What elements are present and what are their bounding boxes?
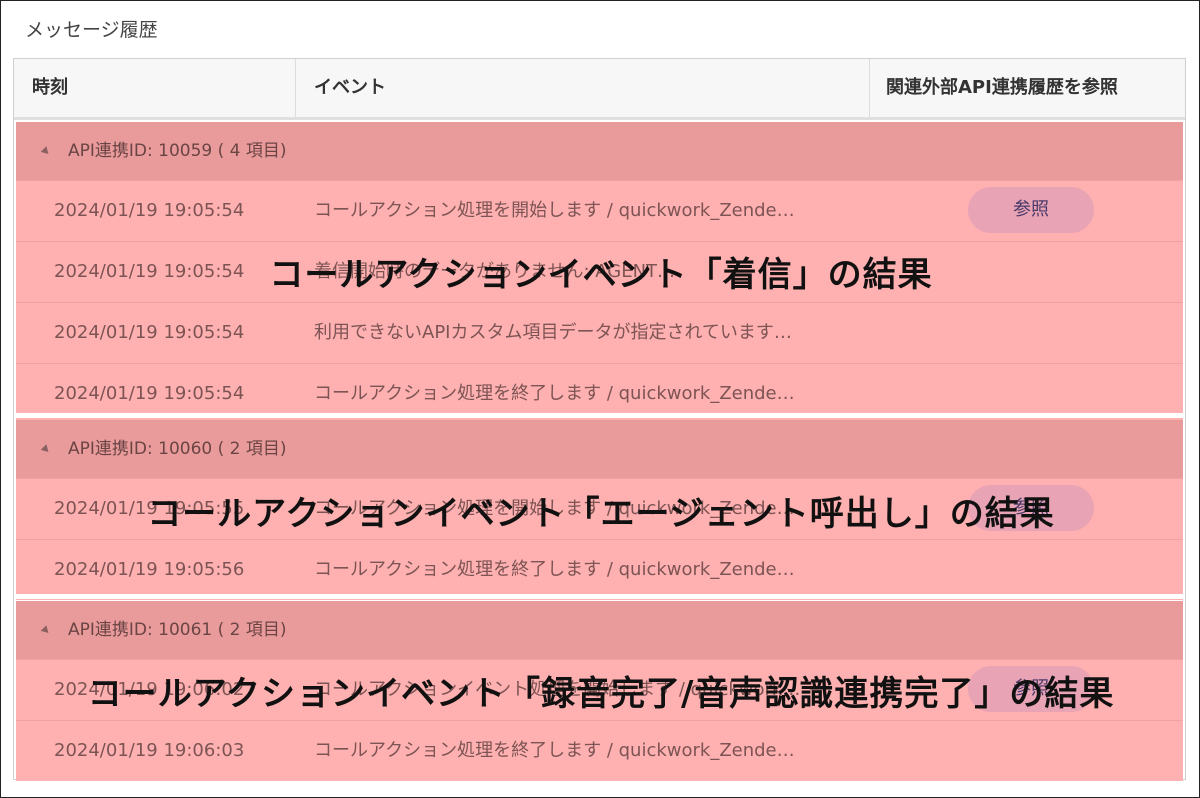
annotation-agent-call: コールアクションイベント「エージェント呼出し」の結果	[147, 494, 1055, 534]
group-divider	[16, 413, 1183, 418]
reference-button[interactable]: 参照	[968, 187, 1094, 233]
column-header-event[interactable]: イベント	[296, 59, 870, 117]
row-time: 2024/01/19 19:05:56	[54, 559, 245, 580]
table-row[interactable]: 2024/01/19 19:05:54 利用できないAPIカスタム項目データが指…	[16, 302, 1183, 363]
row-time: 2024/01/19 19:05:54	[54, 200, 245, 221]
row-time: 2024/01/19 19:05:54	[54, 322, 245, 343]
row-event: コールアクション処理を終了します / quickwork_Zende…	[314, 559, 795, 580]
table-header: 時刻 イベント 関連外部API連携履歴を参照	[14, 59, 1185, 120]
collapse-caret-icon[interactable]	[40, 625, 52, 636]
collapse-caret-icon[interactable]	[40, 146, 52, 157]
table-row[interactable]: 2024/01/19 19:05:54 コールアクション処理を開始します / q…	[16, 180, 1183, 241]
annotation-incoming-call: コールアクションイベント「着信」の結果	[269, 255, 933, 295]
group-label: API連携ID: 10060 ( 2 項目)	[68, 439, 287, 459]
row-event: コールアクション処理を終了します / quickwork_Zende…	[314, 740, 795, 761]
group-divider	[16, 594, 1183, 599]
annotation-recording-complete: コールアクションイベント「録音完了/音声認識連携完了」の結果	[87, 674, 1115, 714]
group-header[interactable]: API連携ID: 10061 ( 2 項目)	[16, 601, 1183, 659]
column-header-time[interactable]: 時刻	[14, 59, 296, 117]
message-history-panel: メッセージ履歴 時刻 イベント 関連外部API連携履歴を参照 API連携ID: …	[0, 0, 1200, 798]
table-row[interactable]: 2024/01/19 19:06:03 コールアクション処理を終了します / q…	[16, 720, 1183, 781]
group-label: API連携ID: 10059 ( 4 項目)	[68, 141, 287, 161]
collapse-caret-icon[interactable]	[40, 444, 52, 455]
panel-title: メッセージ履歴	[25, 19, 158, 41]
row-event: コールアクション処理を開始します / quickwork_Zende…	[314, 200, 795, 221]
group-header[interactable]: API連携ID: 10059 ( 4 項目)	[16, 122, 1183, 180]
column-header-reference[interactable]: 関連外部API連携履歴を参照	[870, 59, 1185, 117]
table-row[interactable]: 2024/01/19 19:05:56 コールアクション処理を終了します / q…	[16, 539, 1183, 600]
row-time: 2024/01/19 19:06:03	[54, 740, 245, 761]
group-label: API連携ID: 10061 ( 2 項目)	[68, 620, 287, 640]
row-event: 利用できないAPIカスタム項目データが指定されています…	[314, 322, 792, 343]
group-header[interactable]: API連携ID: 10060 ( 2 項目)	[16, 420, 1183, 478]
